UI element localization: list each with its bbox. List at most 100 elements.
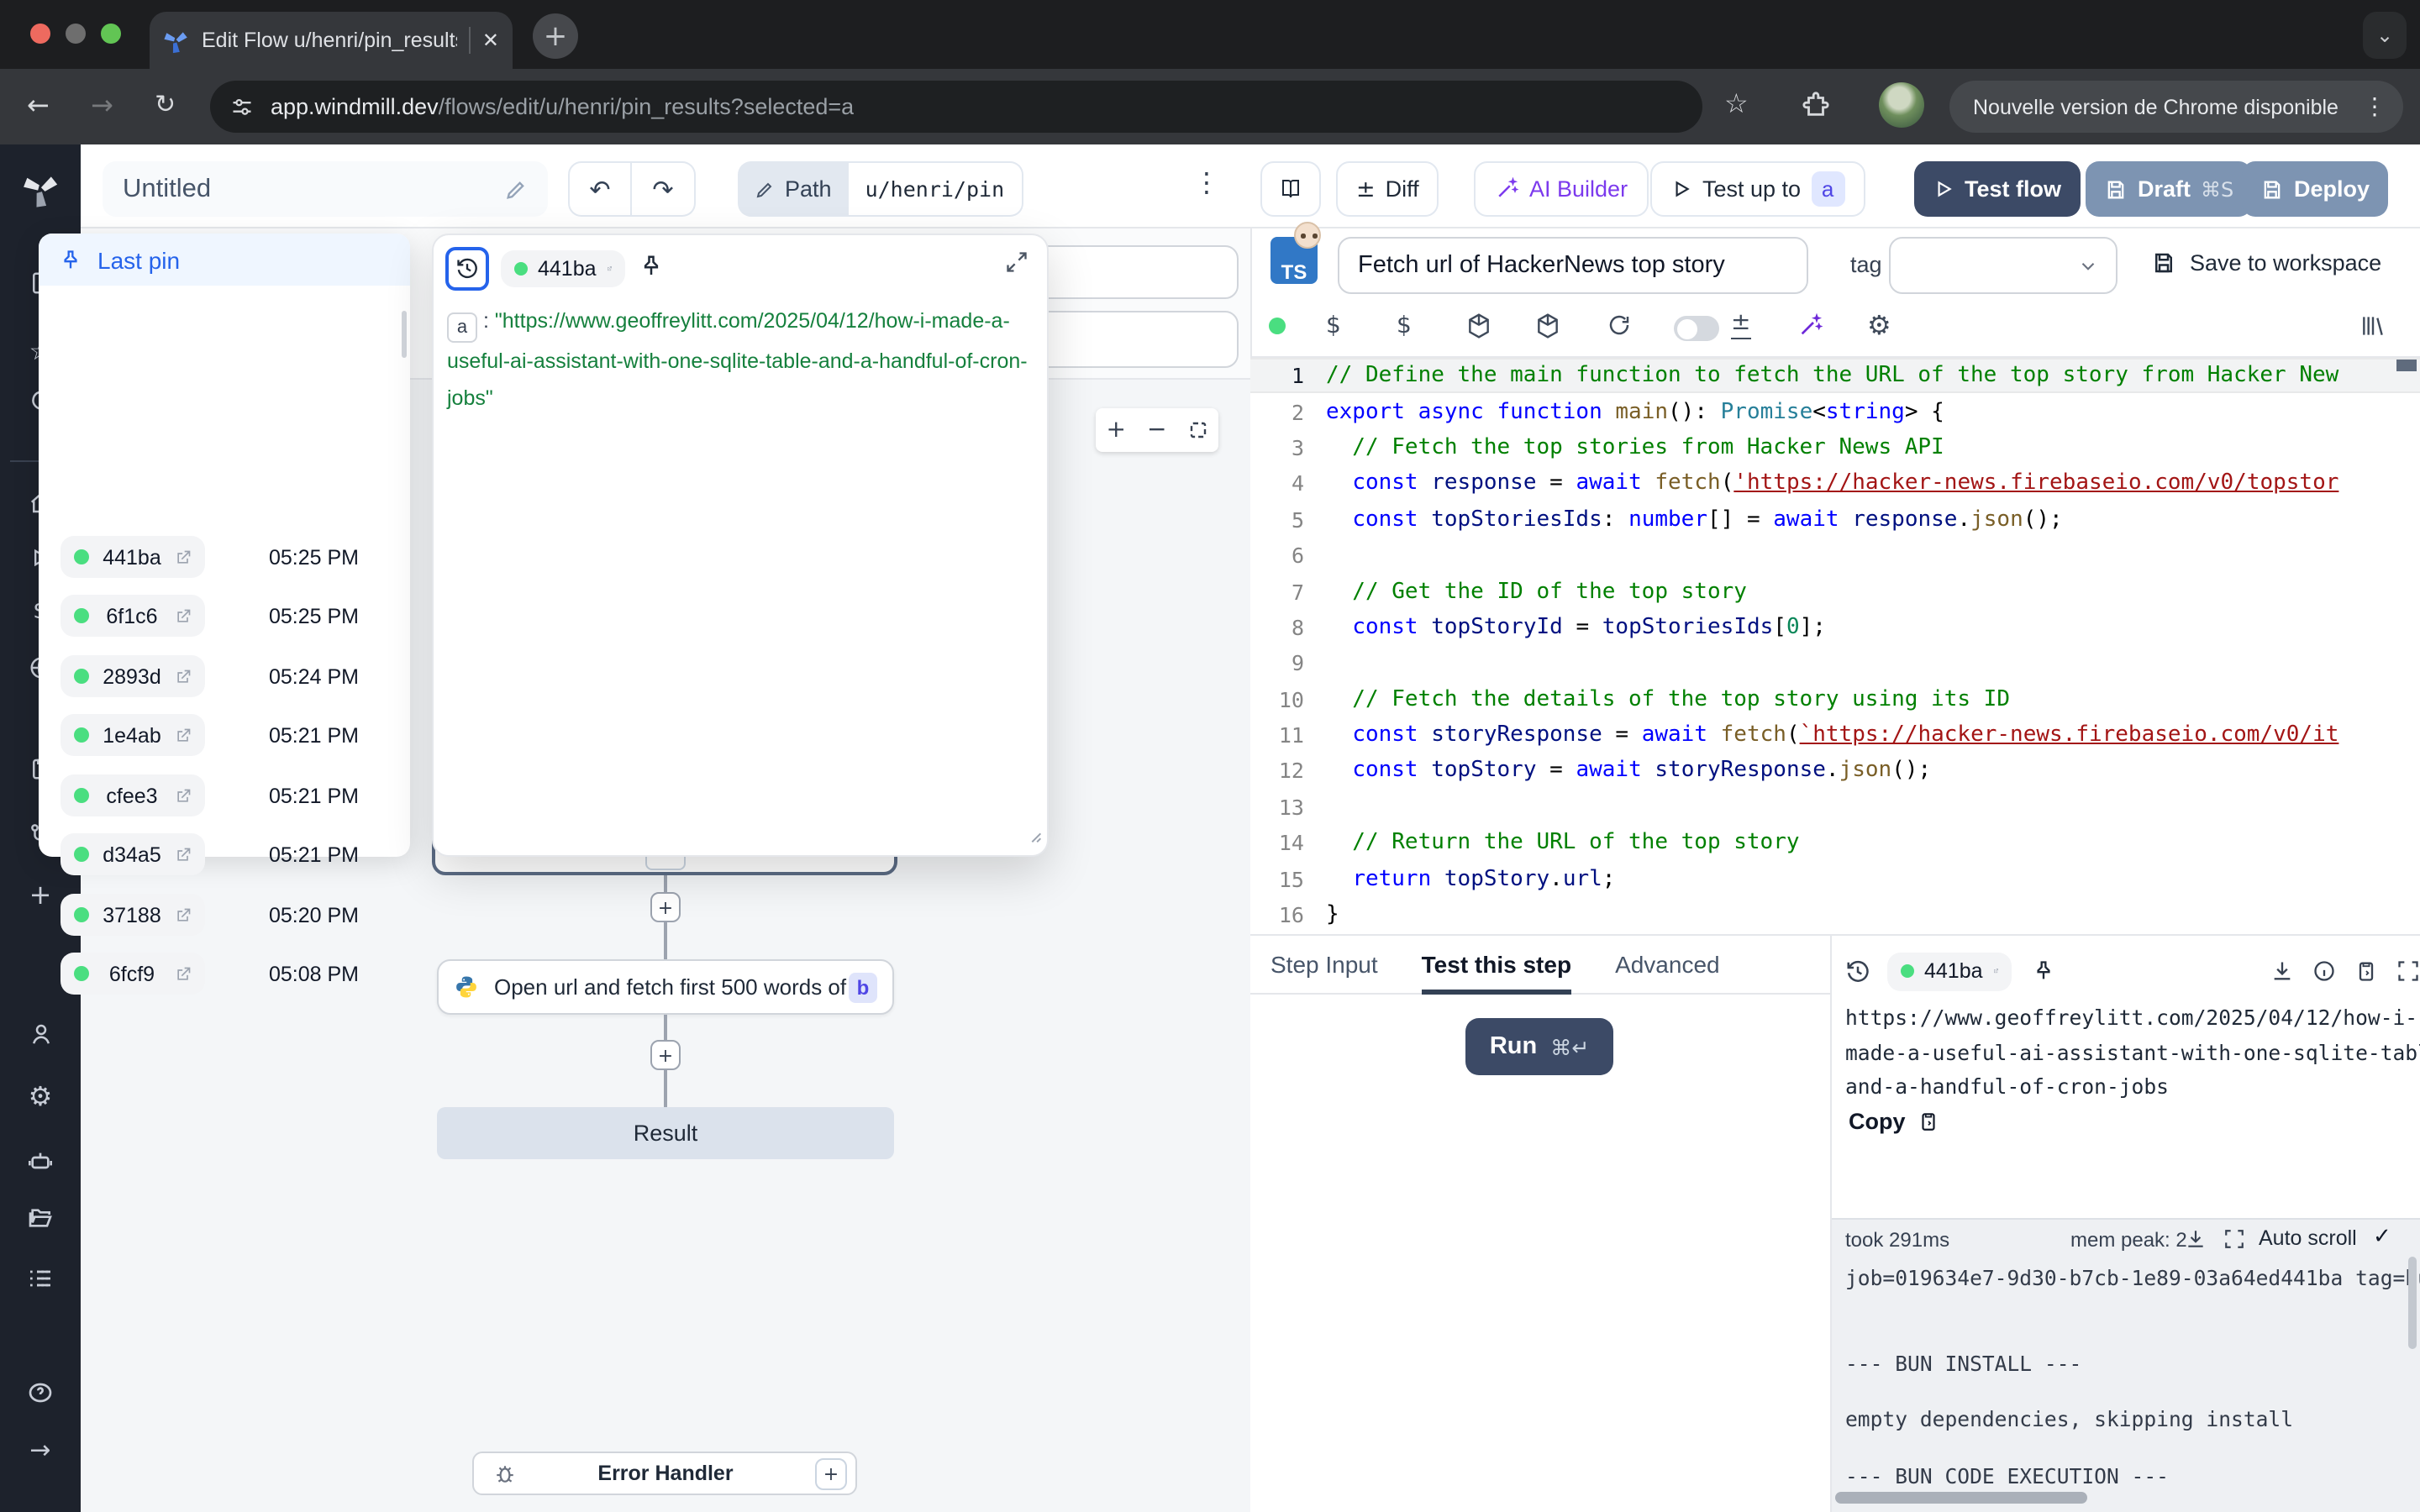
pin-list-scrollbar[interactable] bbox=[402, 311, 407, 358]
pin-row[interactable]: 37188 05:20 PM bbox=[39, 894, 410, 936]
ai-builder-button[interactable]: AI Builder bbox=[1474, 161, 1648, 217]
code-line[interactable]: 10 // Fetch the details of the top story… bbox=[1250, 681, 2420, 717]
log-horizontal-scrollbar[interactable] bbox=[1835, 1492, 2087, 1504]
sidebar-item-help[interactable] bbox=[0, 1379, 81, 1406]
ai-wand-icon[interactable] bbox=[1797, 312, 1823, 339]
auto-scroll-check-icon[interactable]: ✓ bbox=[2373, 1225, 2391, 1250]
external-link-icon[interactable] bbox=[175, 787, 192, 804]
add-error-handler-button[interactable]: + bbox=[815, 1457, 847, 1489]
redo-button[interactable]: ↷ bbox=[632, 161, 696, 217]
extensions-puzzle-icon[interactable] bbox=[1802, 91, 1830, 119]
pin-row[interactable]: 2893d 05:24 PM bbox=[39, 655, 410, 697]
library-icon[interactable] bbox=[2360, 312, 2386, 339]
sidebar-item-user[interactable] bbox=[0, 1021, 81, 1047]
code-line[interactable]: 8 const topStoryId = topStoriesIds[0]; bbox=[1250, 609, 2420, 645]
external-link-icon[interactable] bbox=[175, 846, 192, 863]
clipboard-icon[interactable] bbox=[2354, 959, 2378, 983]
flow-name-box[interactable]: Untitled bbox=[103, 161, 548, 217]
diff-button[interactable]: ± Diff bbox=[1336, 161, 1439, 217]
resize-corner-icon[interactable] bbox=[1025, 827, 1042, 843]
diff-mode-toggle[interactable] bbox=[1674, 316, 1719, 341]
tab-step-input[interactable]: Step Input bbox=[1270, 935, 1378, 994]
code-line[interactable]: 4 const response = await fetch('https://… bbox=[1250, 465, 2420, 501]
result-node[interactable]: Result bbox=[437, 1107, 894, 1159]
code-editor[interactable]: 1// Define the main function to fetch th… bbox=[1250, 358, 2420, 934]
python-step-node[interactable]: Open url and fetch first 500 words of ..… bbox=[437, 959, 894, 1015]
log-vertical-scrollbar[interactable] bbox=[2408, 1257, 2417, 1349]
insert-step-button[interactable]: + bbox=[650, 892, 681, 922]
pin-row[interactable]: d34a5 05:21 PM bbox=[39, 833, 410, 875]
history-button[interactable] bbox=[445, 247, 489, 291]
back-icon[interactable]: ← bbox=[27, 89, 50, 121]
sidebar-item-logs-list-icon[interactable] bbox=[0, 1265, 81, 1292]
edit-pencil-icon[interactable] bbox=[504, 177, 528, 201]
pin-id-pill[interactable]: 1e4ab bbox=[60, 714, 205, 756]
tab-advanced[interactable]: Advanced bbox=[1615, 935, 1720, 994]
forward-icon[interactable]: → bbox=[91, 89, 113, 121]
package-icon[interactable] bbox=[1534, 312, 1561, 339]
pin-id-pill[interactable]: 6fcf9 bbox=[60, 953, 205, 995]
sidebar-item-settings-gear-icon[interactable]: ⚙ bbox=[0, 1080, 81, 1112]
draft-button[interactable]: Draft ⌘S bbox=[2086, 161, 2252, 217]
test-flow-button[interactable]: Test flow bbox=[1914, 161, 2080, 217]
sidebar-item-folders-icon[interactable] bbox=[0, 1205, 81, 1231]
code-line[interactable]: 14 // Return the URL of the top story bbox=[1250, 825, 2420, 861]
url-bar[interactable]: app.windmill.dev/flows/edit/u/henri/pin_… bbox=[210, 81, 1702, 133]
expand-diagonal-icon[interactable] bbox=[1005, 250, 1028, 274]
save-to-workspace-button[interactable]: Save to workspace bbox=[2151, 250, 2381, 276]
history-icon[interactable] bbox=[1845, 958, 1870, 984]
code-line[interactable]: 15 return topStory.url; bbox=[1250, 861, 2420, 897]
test-up-to-button[interactable]: Test up to a bbox=[1650, 161, 1865, 217]
code-line[interactable]: 13 bbox=[1250, 789, 2420, 825]
pin-icon[interactable] bbox=[639, 254, 664, 279]
run-button[interactable]: Run ⌘↵ bbox=[1465, 1018, 1613, 1075]
window-minimize-button[interactable] bbox=[66, 24, 86, 44]
chrome-update-chip[interactable]: Nouvelle version de Chrome disponible ⋮ bbox=[1949, 81, 2403, 133]
code-line[interactable]: 5 const topStoriesIds: number[] = await … bbox=[1250, 501, 2420, 538]
external-link-icon[interactable] bbox=[607, 260, 612, 277]
refresh-icon[interactable] bbox=[1607, 312, 1632, 338]
code-line[interactable]: 11 const storyResponse = await fetch(`ht… bbox=[1250, 717, 2420, 753]
fullscreen-icon[interactable] bbox=[2396, 959, 2420, 983]
profile-avatar[interactable] bbox=[1879, 82, 1924, 128]
external-link-icon[interactable] bbox=[175, 965, 192, 982]
new-tab-button[interactable]: + bbox=[533, 13, 578, 59]
external-link-icon[interactable] bbox=[175, 607, 192, 624]
zoom-in-icon[interactable]: + bbox=[1107, 417, 1126, 444]
pin-id-pill[interactable]: 2893d bbox=[60, 655, 205, 697]
site-settings-icon[interactable] bbox=[230, 95, 254, 118]
log-download-icon[interactable] bbox=[2185, 1228, 2207, 1250]
pin-id-pill[interactable]: 37188 bbox=[60, 894, 205, 936]
reload-icon[interactable]: ↻ bbox=[155, 89, 176, 119]
pin-id-pill[interactable]: 441ba bbox=[60, 536, 205, 578]
external-link-icon[interactable] bbox=[175, 668, 192, 685]
result-url[interactable]: https://www.geoffreylitt.com/2025/04/12/… bbox=[1845, 1001, 2410, 1105]
pin-row[interactable]: 1e4ab 05:21 PM bbox=[39, 714, 410, 756]
code-line[interactable]: 1// Define the main function to fetch th… bbox=[1250, 358, 2420, 394]
pin-row[interactable]: cfee3 05:21 PM bbox=[39, 774, 410, 816]
deploy-button[interactable]: Deploy bbox=[2242, 161, 2388, 217]
log-panel[interactable]: job=019634e7-9d30-b7cb-1e89-03a64ed441ba… bbox=[1832, 1218, 2420, 1512]
zoom-out-icon[interactable]: − bbox=[1147, 417, 1166, 444]
variables-dollar-icon[interactable]: $ bbox=[1326, 312, 1341, 339]
copy-button[interactable]: Copy bbox=[1849, 1109, 1939, 1134]
tab-test-this-step[interactable]: Test this step bbox=[1422, 935, 1571, 994]
insert-step-button[interactable]: + bbox=[650, 1040, 681, 1070]
sidebar-collapse-arrow-icon[interactable]: → bbox=[0, 1435, 81, 1465]
pin-id-pill[interactable]: cfee3 bbox=[60, 774, 205, 816]
resources-dollar-icon[interactable]: $ bbox=[1397, 312, 1412, 339]
pinned-json-value[interactable]: a : "https://www.geoffreylitt.com/2025/0… bbox=[447, 302, 1035, 417]
tag-select[interactable] bbox=[1889, 237, 2118, 294]
bookmark-star-icon[interactable]: ☆ bbox=[1724, 87, 1749, 119]
window-zoom-button[interactable] bbox=[101, 24, 121, 44]
code-line[interactable]: 12 const topStory = await storyResponse.… bbox=[1250, 753, 2420, 790]
undo-button[interactable]: ↶ bbox=[568, 161, 632, 217]
window-close-button[interactable] bbox=[30, 24, 50, 44]
pin-row[interactable]: 6f1c6 05:25 PM bbox=[39, 595, 410, 637]
step-title-input[interactable]: Fetch url of HackerNews top story bbox=[1338, 237, 1808, 294]
browser-tab[interactable]: Edit Flow u/henri/pin_results ✕ bbox=[150, 12, 513, 69]
pin-id-pill[interactable]: d34a5 bbox=[60, 833, 205, 875]
external-link-icon[interactable] bbox=[175, 906, 192, 923]
code-line[interactable]: 7 // Get the ID of the top story bbox=[1250, 574, 2420, 610]
docs-book-button[interactable] bbox=[1260, 161, 1321, 217]
